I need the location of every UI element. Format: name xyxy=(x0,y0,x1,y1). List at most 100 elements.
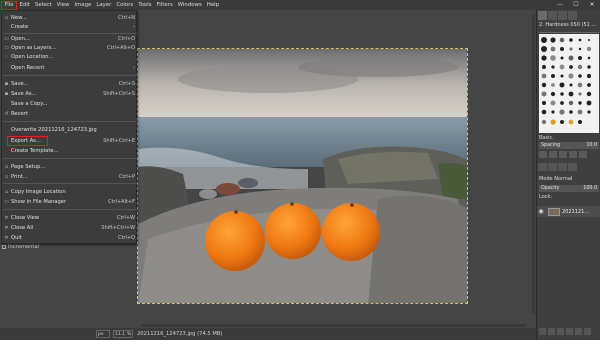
menu-item-open[interactable]: ▭ Open... Ctrl+O xyxy=(2,34,138,43)
menu-item-create-template[interactable]: Create Template... xyxy=(2,146,138,155)
delete-layer-icon[interactable] xyxy=(584,328,591,335)
incremental-label: Incremental xyxy=(8,244,40,250)
quit-icon: ✕ xyxy=(4,234,9,241)
edit-brush-icon[interactable] xyxy=(539,151,547,158)
menu-tools[interactable]: Tools xyxy=(136,0,154,10)
refresh-brushes-icon[interactable] xyxy=(579,151,587,158)
menu-item-label: New... xyxy=(11,14,27,21)
spacing-slider[interactable]: Spacing 10.0 xyxy=(539,142,599,149)
menu-item-create[interactable]: Create › xyxy=(2,22,138,31)
open-layers-icon: ▭ xyxy=(4,44,9,51)
menu-item-open-recent[interactable]: Open Recent › xyxy=(2,63,138,72)
brush-preset-label: Basic. xyxy=(539,135,554,141)
right-dock: 2. Hardness 050 (51 ... Basic. Spacing 1… xyxy=(536,10,600,340)
menu-item-shortcut: Ctrl+O xyxy=(117,35,135,42)
maximize-button[interactable]: ☐ xyxy=(568,0,584,10)
menu-item-open-as-layers[interactable]: ▭ Open as Layers... Ctrl+Alt+O xyxy=(2,43,138,52)
menu-item-shortcut: Ctrl+P xyxy=(118,173,135,180)
menu-filters[interactable]: Filters xyxy=(154,0,175,10)
raise-layer-icon[interactable] xyxy=(557,328,564,335)
menu-item-label: Revert xyxy=(11,110,28,117)
menu-layer[interactable]: Layer xyxy=(94,0,114,10)
menu-item-label: Copy Image Location xyxy=(11,188,66,195)
menu-item-label: Save a Copy... xyxy=(11,100,48,107)
brushes-tab-icon[interactable] xyxy=(538,11,547,20)
menu-item-page-setup[interactable]: ▫ Page Setup... xyxy=(2,162,138,171)
menu-item-revert[interactable]: ↺ Revert xyxy=(2,109,138,118)
menu-item-label: Save As... xyxy=(11,90,37,97)
paths-tab-icon[interactable] xyxy=(558,163,567,171)
vertical-scrollbar[interactable] xyxy=(532,14,535,314)
layers-dock-tabs xyxy=(538,163,577,172)
menu-item-save[interactable]: ▪ Save... Ctrl+S xyxy=(2,79,138,88)
menu-item-print[interactable]: ▫ Print... Ctrl+P xyxy=(2,172,138,181)
new-layer-icon[interactable] xyxy=(539,328,546,335)
photo xyxy=(138,49,467,303)
menu-edit[interactable]: Edit xyxy=(17,0,32,10)
eye-icon[interactable]: ◉ xyxy=(537,208,545,215)
submenu-arrow-icon: › xyxy=(133,64,135,71)
channels-tab-icon[interactable] xyxy=(548,163,557,171)
menu-item-new[interactable]: ▫ New... Ctrl+N xyxy=(2,13,138,22)
close-window-button[interactable]: ✕ xyxy=(584,0,600,10)
layer-item[interactable]: ◉ 2021121... xyxy=(537,206,600,217)
incremental-checkbox[interactable] xyxy=(2,245,6,249)
menu-help[interactable]: Help xyxy=(204,0,221,10)
menu-item-save-a-copy[interactable]: Save a Copy... xyxy=(2,99,138,108)
dock-tabs xyxy=(538,11,577,21)
lower-layer-icon[interactable] xyxy=(566,328,573,335)
menu-item-label: Save... xyxy=(11,80,29,87)
unit-select[interactable]: px xyxy=(96,330,110,338)
recent-icon xyxy=(4,65,10,71)
menu-separator xyxy=(3,209,137,210)
new-brush-icon[interactable] xyxy=(549,151,557,158)
menu-file[interactable]: File xyxy=(1,0,18,10)
opacity-label: Opacity xyxy=(541,186,560,191)
delete-brush-icon[interactable] xyxy=(569,151,577,158)
menu-item-save-as[interactable]: ▪ Save As... Shift+Ctrl+S xyxy=(2,89,138,98)
menu-separator xyxy=(3,121,137,122)
canvas-area xyxy=(137,10,536,328)
menu-item-quit[interactable]: ✕ Quit Ctrl+Q xyxy=(2,233,138,242)
menu-colors[interactable]: Colors xyxy=(114,0,136,10)
brush-filter-field[interactable] xyxy=(539,28,599,33)
page-setup-icon: ▫ xyxy=(4,163,9,170)
menu-separator xyxy=(3,75,137,76)
layer-mode-select[interactable]: Mode Normal xyxy=(539,176,572,182)
menu-item-close-view[interactable]: ✕ Close View Ctrl+W xyxy=(2,213,138,222)
layers-tab-icon[interactable] xyxy=(538,163,547,171)
menu-item-close-all[interactable]: ✕ Close All Shift+Ctrl+W xyxy=(2,223,138,232)
menu-item-shortcut: Shift+Ctrl+S xyxy=(103,90,135,97)
horizontal-scrollbar[interactable] xyxy=(141,324,526,327)
menu-item-show-in-file-manager[interactable]: ▭ Show in File Manager Ctrl+Alt+F xyxy=(2,197,138,206)
statusbar: px 11.1 % 20211216_124723.jpg (74.5 MB) xyxy=(0,328,536,340)
menu-separator xyxy=(3,158,137,159)
menu-view[interactable]: View xyxy=(54,0,72,10)
document-history-tab-icon[interactable] xyxy=(568,11,577,20)
menu-select[interactable]: Select xyxy=(32,0,54,10)
image-canvas[interactable] xyxy=(137,48,468,304)
patterns-tab-icon[interactable] xyxy=(548,11,557,20)
menu-item-overwrite[interactable]: Overwrite 20211216_124723.jpg xyxy=(2,125,138,134)
menu-item-copy-image-location[interactable]: ▫ Copy Image Location xyxy=(2,187,138,196)
minimize-button[interactable]: — xyxy=(552,0,568,10)
menu-item-label: Overwrite 20211216_124723.jpg xyxy=(11,126,97,133)
menu-item-label: Show in File Manager xyxy=(11,198,67,205)
duplicate-layer-icon[interactable] xyxy=(575,328,582,335)
layer-actions xyxy=(539,328,591,335)
new-group-icon[interactable] xyxy=(548,328,555,335)
menu-image[interactable]: Image xyxy=(72,0,94,10)
menu-item-open-location[interactable]: ◦ Open Location... xyxy=(2,52,138,61)
spacing-label: Spacing xyxy=(541,143,561,148)
brush-grid[interactable] xyxy=(539,34,599,133)
create-icon xyxy=(4,24,10,30)
save-icon: ▪ xyxy=(4,80,9,87)
menu-item-label: Create Template... xyxy=(11,147,59,154)
undo-history-tab-icon[interactable] xyxy=(568,163,577,171)
zoom-select[interactable]: 11.1 % xyxy=(113,330,133,338)
duplicate-brush-icon[interactable] xyxy=(559,151,567,158)
menu-separator xyxy=(3,183,137,184)
opacity-slider[interactable]: Opacity 100.0 xyxy=(539,185,599,192)
fonts-tab-icon[interactable] xyxy=(558,11,567,20)
menu-windows[interactable]: Windows xyxy=(175,0,204,10)
